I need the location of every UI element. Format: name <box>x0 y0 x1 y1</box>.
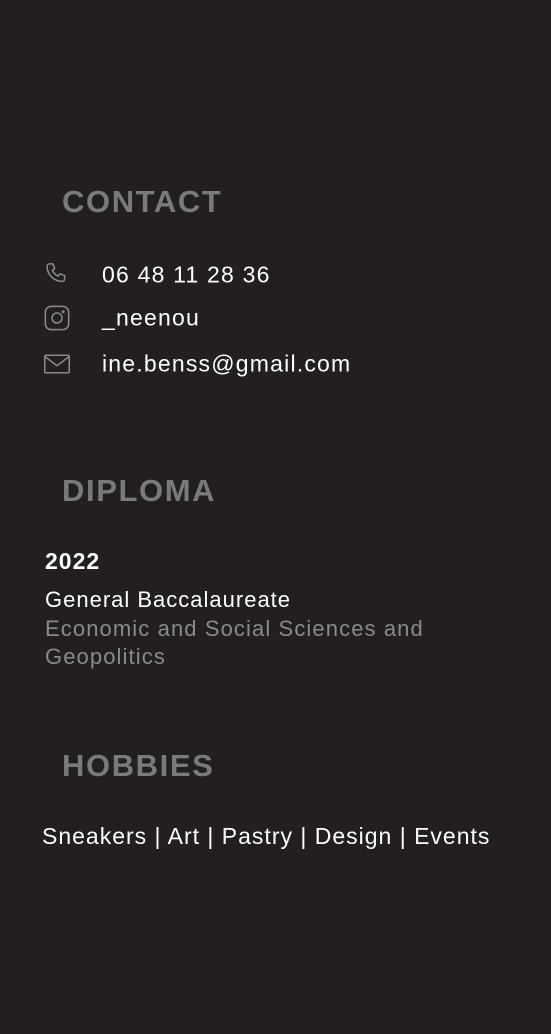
email-address: ine.benss@gmail.com <box>102 350 352 377</box>
hobbies-list: Sneakers | Art | Pastry | Design | Event… <box>42 823 491 849</box>
diploma-heading: DIPLOMA <box>62 473 217 508</box>
diploma-title: General Baccalaureate <box>45 587 292 612</box>
diploma-subtitle: Economic and Social Sciences and Geopoli… <box>45 616 424 669</box>
phone-icon <box>43 261 71 289</box>
hobbies-heading: HOBBIES <box>62 748 215 783</box>
mail-icon <box>43 350 71 378</box>
contact-phone[interactable]: 06 48 11 28 36 <box>43 260 269 290</box>
contact-instagram[interactable]: _neenou <box>43 303 199 333</box>
contact-email[interactable]: ine.benss@gmail.com <box>43 349 350 379</box>
instagram-icon <box>43 304 71 332</box>
phone-number: 06 48 11 28 36 <box>102 261 271 288</box>
diploma-year: 2022 <box>45 548 101 574</box>
contact-heading: CONTACT <box>62 184 223 219</box>
instagram-handle: _neenou <box>102 304 200 331</box>
